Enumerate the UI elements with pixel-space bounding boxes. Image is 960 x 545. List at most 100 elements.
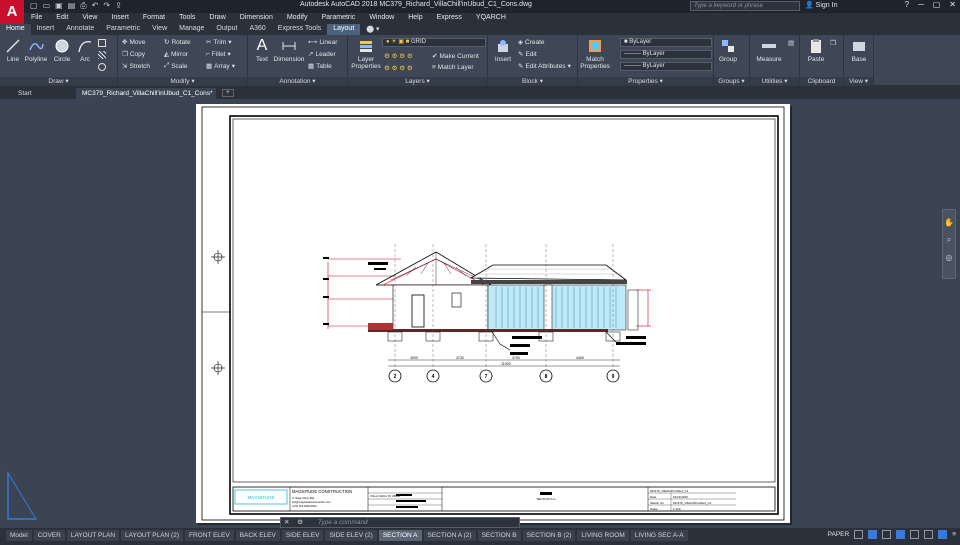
layer-combo[interactable]: ● ☀ ▣ ■ GRID [382,38,486,47]
make-current-button[interactable]: ✔ Make Current [432,52,479,61]
layout-tab-layout-plan[interactable]: LAYOUT PLAN [66,530,120,541]
lineweight-combo[interactable]: ──── ByLayer [620,62,712,71]
layout-tab-side-elev-2[interactable]: SIDE ELEV (2) [325,530,377,541]
fillet-button[interactable]: ⌐ Fillet ▾ [206,50,231,59]
menu-express[interactable]: Express [430,13,469,24]
layer-tools-row1[interactable]: ⚙ ⚙ ⚙ ⚙ [384,52,413,60]
layout-tab-living-sec[interactable]: LIVING SEC A-A [630,530,688,541]
rectangle-tool[interactable] [98,39,106,47]
calculator-tool[interactable]: ▤ [788,39,794,47]
undo-icon[interactable]: ↶ [92,1,99,11]
paste-button[interactable]: Paste [804,38,828,63]
menu-draw[interactable]: Draw [202,13,232,24]
menu-insert[interactable]: Insert [104,13,136,24]
menu-edit[interactable]: Edit [49,13,75,24]
layer-properties-button[interactable]: Layer Properties [350,38,382,70]
navigation-bar[interactable]: ✋ ⌕ ◎ [942,209,956,279]
text-button[interactable]: A Text [252,38,272,64]
new-icon[interactable]: ▢ [30,1,38,11]
ortho-icon[interactable] [868,530,878,539]
search-input[interactable]: Type a keyword or phrase [690,1,800,11]
tab-express-tools[interactable]: Express Tools [272,24,327,35]
layout-tab-section-a-2[interactable]: SECTION A (2) [423,530,476,541]
menu-format[interactable]: Format [136,13,172,24]
layout-tab-cover[interactable]: COVER [33,530,65,541]
groups-panel-label[interactable]: Groups ▾ [714,77,749,86]
edit-attributes-button[interactable]: ✎ Edit Attributes ▾ [518,62,571,71]
application-menu-button[interactable]: A [0,0,24,24]
group-button[interactable]: Group [716,38,740,63]
print-icon[interactable]: ⎙ [80,1,86,11]
clipboard-panel-label[interactable]: Clipboard [800,77,843,86]
paper-space-toggle[interactable]: PAPER [828,531,850,538]
table-button[interactable]: ▦ Table [308,62,332,71]
arc-button[interactable]: Arc [76,38,94,63]
osnap-icon[interactable] [896,530,906,539]
tab-manage[interactable]: Manage [173,24,210,35]
tab-annotate[interactable]: Annotate [60,24,100,35]
close-icon[interactable]: ✕ [281,518,292,526]
trim-button[interactable]: ✂ Trim ▾ [206,38,231,47]
layer-tools-row2[interactable]: ⚙ ⚙ ⚙ ⚙ [384,64,413,72]
rotate-button[interactable]: ↻ Rotate [164,38,191,47]
ribbon-options-icon[interactable]: ⬤ ▾ [360,24,385,35]
annotation-scale-icon[interactable] [924,530,934,539]
layout-tab-section-a[interactable]: SECTION A [378,530,422,541]
tab-output[interactable]: Output [210,24,243,35]
polyline-button[interactable]: Polyline [23,38,49,63]
snap-icon[interactable] [854,530,864,539]
command-line[interactable]: ✕ ⚙ Type a command [280,517,520,528]
saveas-icon[interactable]: ▤ [68,1,76,11]
menu-window[interactable]: Window [362,13,401,24]
layout-tab-model[interactable]: Model [6,530,32,541]
polar-icon[interactable] [882,530,892,539]
scale-button[interactable]: ⤢ Scale [164,62,187,70]
dimension-button[interactable]: Dimension [273,38,305,63]
linetype-combo[interactable]: ──── ByLayer [620,50,712,59]
modify-panel-label[interactable]: Modify ▾ [118,77,247,86]
layout-tab-section-b[interactable]: SECTION B [477,530,521,541]
measure-button[interactable]: Measure [754,38,784,63]
base-button[interactable]: Base [847,38,871,63]
menu-yqarch[interactable]: YQARCH [469,13,513,24]
tab-current-drawing[interactable]: MC379_Richard_VillaChill'inUbud_C1_Cons*… [76,88,216,105]
zoom-icon[interactable]: ⌕ [943,235,955,245]
share-icon[interactable]: ⇪ [115,1,122,11]
circle-button[interactable]: Circle [52,38,72,63]
array-button[interactable]: ▦ Array ▾ [206,62,235,71]
minimize-button[interactable]: ─ [918,0,924,9]
edit-block-button[interactable]: ✎ Edit [518,50,537,59]
layers-panel-label[interactable]: Layers ▾ [348,77,487,86]
block-panel-label[interactable]: Block ▾ [488,77,577,86]
layout-tab-layout-plan-2[interactable]: LAYOUT PLAN (2) [121,530,183,541]
command-input[interactable]: Type a command [318,519,368,526]
menu-parametric[interactable]: Parametric [314,13,362,24]
save-icon[interactable]: ▣ [55,1,63,11]
create-block-button[interactable]: ◈ Create [518,38,545,47]
customization-icon[interactable]: ≡ [952,531,956,538]
tab-parametric[interactable]: Parametric [100,24,146,35]
tab-view[interactable]: View [146,24,173,35]
move-button[interactable]: ✥ Move [122,38,145,47]
wrench-icon[interactable]: ⚙ [294,518,306,526]
line-button[interactable]: Line [3,38,23,63]
close-button[interactable]: ✕ [949,0,956,9]
lineweight-icon[interactable] [910,530,920,539]
sign-in-button[interactable]: 👤 Sign In [805,1,837,9]
tab-home[interactable]: Home [0,24,31,35]
copy-clip-tool[interactable]: ❐ [830,39,836,47]
orbit-icon[interactable]: ◎ [943,253,955,262]
help-icon[interactable]: ? [905,0,909,9]
match-layer-button[interactable]: ≡ Match Layer [432,64,474,71]
layout-tab-section-b-2[interactable]: SECTION B (2) [522,530,576,541]
leader-button[interactable]: ↗ Leader [308,50,336,59]
copy-button[interactable]: ❐ Copy [122,50,145,59]
open-icon[interactable]: ▭ [43,1,51,11]
menu-file[interactable]: File [24,13,49,24]
mirror-button[interactable]: ◭ Mirror [164,50,188,59]
menu-tools[interactable]: Tools [172,13,202,24]
menu-help[interactable]: Help [401,13,429,24]
point-tool[interactable] [98,63,106,71]
layout-tab-front-elev[interactable]: FRONT ELEV [185,530,234,541]
menu-modify[interactable]: Modify [280,13,315,24]
